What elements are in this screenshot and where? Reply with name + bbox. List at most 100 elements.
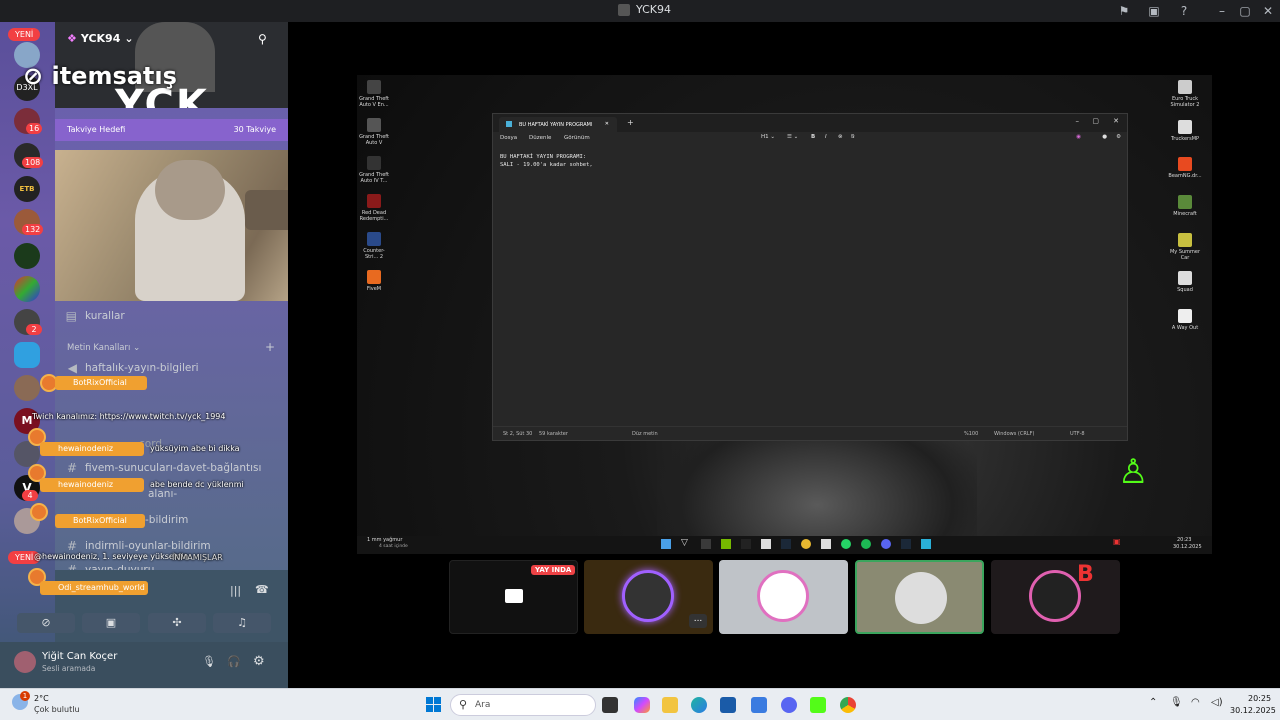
clock-time[interactable]: 20:25 — [1248, 694, 1271, 703]
minimize-icon[interactable]: – — [1076, 117, 1080, 125]
microphone-icon[interactable]: 🎙 — [202, 655, 216, 668]
maximize-button[interactable]: ▢ — [1237, 3, 1253, 19]
edge-icon[interactable] — [691, 697, 707, 713]
server-name[interactable]: ❖ YCK94 ⌄ — [67, 32, 134, 45]
minimize-button[interactable]: – — [1214, 3, 1230, 19]
microphone-tray-icon[interactable]: 🎙 — [1170, 697, 1183, 708]
help-icon[interactable]: ? — [1176, 3, 1192, 19]
notepad-content[interactable]: BU HAFTAKİ YAYIN PROGRAMI: SALI - 19.00'a… — [500, 154, 593, 169]
taskbar-search[interactable]: ⚲ Ara — [450, 694, 596, 716]
desktop-icon-mysummercar[interactable]: My Summer Car — [1168, 233, 1202, 261]
settings-app-icon[interactable] — [751, 697, 767, 713]
server-icon[interactable] — [14, 276, 40, 302]
boost-goal-bar[interactable]: Takviye Hedefi 30 Takviye — [55, 119, 288, 141]
channel-rules[interactable]: ▤ kurallar — [55, 306, 288, 326]
nvidia-icon[interactable] — [721, 539, 731, 549]
clear-format-icon[interactable]: Ꞩ — [851, 134, 855, 140]
notepad-taskbar-icon[interactable] — [921, 539, 931, 549]
desktop-icon-fivem[interactable]: FiveM — [357, 270, 391, 292]
disconnect-icon[interactable]: ☎ — [255, 583, 269, 596]
desktop-icon-gta5[interactable]: Grand Theft Auto V — [357, 118, 391, 146]
italic-icon[interactable]: I — [825, 134, 827, 140]
bold-icon[interactable]: B — [811, 134, 815, 140]
notepad-tab[interactable]: BU HAFTAKİ YAYIN PROGRAMI ✕ — [499, 117, 617, 132]
desktop-icon-gta4[interactable]: Grand Theft Auto IV T... — [357, 156, 391, 184]
menu-view[interactable]: Görünüm — [564, 135, 590, 141]
chrome-icon[interactable] — [840, 697, 856, 713]
whatsapp-icon[interactable] — [841, 539, 851, 549]
desktop-icon-beamng[interactable]: BeamNG.dr... — [1168, 157, 1202, 179]
add-channel-icon[interactable]: + — [265, 340, 275, 354]
discord-icon[interactable] — [781, 697, 797, 713]
inbox-icon[interactable]: ▣ — [1146, 3, 1162, 19]
new-tab-icon[interactable]: + — [627, 118, 634, 127]
participant-tile[interactable]: ... — [584, 560, 713, 634]
desktop-icon-minecraft[interactable]: Minecraft — [1168, 195, 1202, 217]
link-icon[interactable]: ⊗ — [838, 134, 843, 140]
server-icon[interactable] — [14, 243, 40, 269]
steam-icon[interactable] — [901, 539, 911, 549]
discord-icon[interactable] — [881, 539, 891, 549]
account-icon[interactable]: ● — [1102, 134, 1107, 140]
camera-off-button[interactable]: ⊘ — [17, 613, 75, 633]
volume-icon[interactable]: ◁) — [1211, 697, 1223, 708]
remote-app-icon[interactable] — [741, 539, 751, 549]
task-view-icon[interactable] — [602, 697, 618, 713]
menu-edit[interactable]: Düzenle — [529, 135, 551, 141]
maximize-icon[interactable]: ▢ — [1092, 117, 1099, 125]
flag-icon[interactable]: ⚑ — [1116, 3, 1132, 19]
steam-icon[interactable] — [781, 539, 791, 549]
desktop-icon-ets2[interactable]: Euro Truck Simulator 2 — [1168, 80, 1202, 108]
heading-icon[interactable]: H1 ⌄ — [761, 134, 775, 140]
category-text-channels[interactable]: Metin Kanalları ⌄ — [67, 343, 140, 353]
participant-tile[interactable]: B — [991, 560, 1120, 634]
settings-icon[interactable]: ⚙ — [1116, 134, 1121, 140]
activities-button[interactable]: ✣ — [148, 613, 206, 633]
channel-fivem[interactable]: # fivem-sunucuları-davet-bağlantısı — [55, 458, 288, 478]
participant-tile-speaking[interactable] — [855, 560, 984, 634]
remote-app-icon[interactable] — [761, 539, 771, 549]
server-icon[interactable] — [14, 342, 40, 368]
participant-tile[interactable] — [719, 560, 848, 634]
copilot-icon[interactable]: ◉ — [1076, 134, 1081, 140]
remote-taskbar: 1 mm yağmur 4 saat içinde ▽ ▣ 20:23 30.1… — [357, 536, 1212, 554]
file-explorer-icon[interactable] — [662, 697, 678, 713]
close-tab-icon[interactable]: ✕ — [605, 121, 609, 127]
desktop-icon-cs2[interactable]: Counter-Stri... 2 — [357, 232, 391, 260]
desktop-icon-squad[interactable]: Squad — [1168, 271, 1202, 293]
remote-start-icon[interactable] — [661, 539, 671, 549]
spotify-icon[interactable] — [861, 539, 871, 549]
avatar[interactable] — [14, 651, 36, 673]
screen-share-button[interactable]: ▣ — [82, 613, 140, 633]
headphones-icon[interactable]: 🎧 — [227, 655, 241, 668]
desktop-icon-rdr[interactable]: Red Dead Redempti... — [357, 194, 391, 222]
chrome-icon[interactable] — [801, 539, 811, 549]
clock-date[interactable]: 30.12.2025 — [1230, 706, 1276, 715]
remote-app-icon[interactable]: ▽ — [681, 538, 688, 548]
channel-haftalik[interactable]: ◀ haftalık-yayın-bilgileri — [55, 358, 288, 378]
kick-icon[interactable] — [810, 697, 826, 713]
chevron-up-icon[interactable]: ⌃ — [1149, 697, 1157, 708]
close-button[interactable]: ✕ — [1260, 3, 1276, 19]
invite-icon[interactable]: ⚲ — [258, 32, 267, 46]
start-button[interactable] — [426, 697, 441, 712]
remote-app-icon[interactable] — [821, 539, 831, 549]
noise-icon[interactable]: ||| — [230, 584, 241, 597]
wifi-icon[interactable]: ◠ — [1191, 697, 1200, 708]
desktop-icon-gta-en[interactable]: Grand Theft Auto V En... — [357, 80, 391, 108]
settings-gear-icon[interactable]: ⚙ — [253, 654, 265, 669]
server-icon[interactable] — [14, 375, 40, 401]
remote-app-icon[interactable] — [701, 539, 711, 549]
server-icon-etb[interactable]: ETB — [14, 176, 40, 202]
desktop-icon-awayout[interactable]: A Way Out — [1168, 309, 1202, 331]
notepad-window[interactable]: BU HAFTAKİ YAYIN PROGRAMI ✕ + – ▢ ✕ Dosy… — [492, 113, 1128, 441]
store-icon[interactable] — [720, 697, 736, 713]
screen-share-tile[interactable]: YAY INDA — [449, 560, 578, 634]
copilot-icon[interactable] — [634, 697, 650, 713]
soundboard-button[interactable]: ♫ — [213, 613, 271, 633]
desktop-icon-truckersmp[interactable]: TruckersMP — [1168, 120, 1202, 142]
more-options-button[interactable]: ... — [689, 614, 707, 628]
close-icon[interactable]: ✕ — [1113, 117, 1119, 125]
menu-file[interactable]: Dosya — [500, 135, 517, 141]
list-icon[interactable]: ☰ ⌄ — [787, 134, 798, 140]
